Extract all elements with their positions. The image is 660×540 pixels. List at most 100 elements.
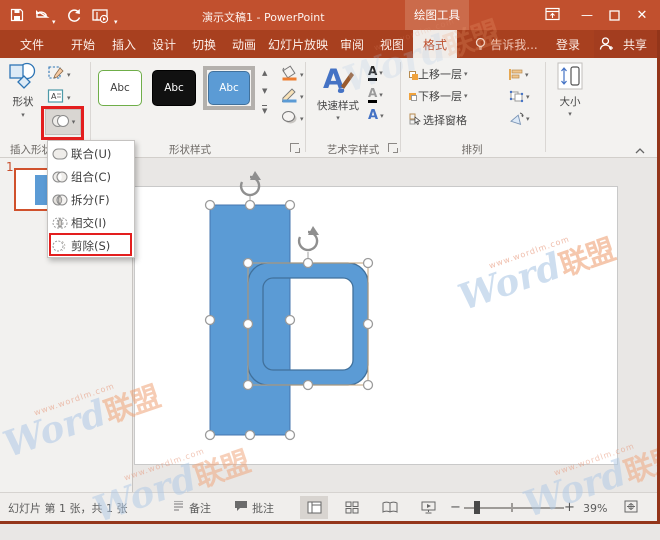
gallery-up-icon[interactable]: ▲ — [262, 69, 267, 77]
text-outline-icon: A — [368, 87, 377, 103]
group-objects-button[interactable]: ▾ — [509, 88, 530, 107]
comments-label: 批注 — [252, 500, 274, 516]
shape-effects-button[interactable]: ▾ — [281, 109, 304, 129]
shape-fill-dropdown-icon: ▾ — [300, 72, 304, 79]
gallery-down-icon[interactable]: ▼ — [262, 87, 267, 95]
size-button[interactable]: 大小 ▾ — [550, 62, 590, 136]
contextual-tab-label: 绘图工具 — [414, 7, 460, 23]
minimize-icon[interactable]: — — [578, 4, 596, 26]
send-backward-button[interactable]: 下移一层 ▾ — [409, 88, 468, 104]
tab-review[interactable]: 审阅 — [332, 30, 372, 58]
comments-icon — [234, 500, 248, 515]
text-outline-dropdown-icon: ▾ — [379, 92, 383, 99]
zoom-in-button[interactable]: + — [564, 500, 575, 515]
align-button[interactable]: ▾ — [509, 66, 529, 85]
menu-item-combine[interactable]: 组合(C) — [49, 166, 133, 188]
reading-view-button[interactable] — [376, 496, 404, 519]
zoom-out-button[interactable]: − — [450, 500, 461, 515]
rotate-handle-rectangle[interactable] — [241, 171, 261, 195]
tab-slideshow[interactable]: 幻灯片放映 — [264, 30, 332, 58]
slide-sorter-view-button[interactable] — [338, 496, 366, 519]
text-fill-button[interactable]: A ▾ — [368, 65, 383, 81]
group-objects-icon — [509, 88, 524, 107]
save-icon[interactable] — [10, 4, 24, 26]
title-bar: ▾ ▾ 演示文稿1 - PowerPoint 绘图工具 — ✕ — [0, 0, 660, 30]
menu-item-intersect[interactable]: 相交(I) — [49, 212, 133, 234]
fit-slide-to-window-icon[interactable] — [623, 499, 639, 517]
tell-me-label[interactable]: 告诉我... — [488, 30, 540, 58]
redo-icon[interactable] — [66, 4, 82, 26]
tab-view[interactable]: 视图 — [372, 30, 412, 58]
slideshow-view-button[interactable] — [414, 496, 442, 519]
undo-button[interactable] — [34, 4, 50, 26]
combine-icon — [49, 171, 71, 183]
bring-forward-icon — [409, 71, 416, 78]
bring-forward-button[interactable]: 上移一层 ▾ — [409, 66, 468, 82]
start-slideshow-icon[interactable] — [92, 5, 110, 27]
rotate-button[interactable]: ▾ — [509, 110, 530, 129]
share-button[interactable]: 共享 — [594, 30, 660, 58]
shape-fill-button[interactable]: ▾ — [281, 65, 304, 85]
group-objects-dropdown-icon: ▾ — [526, 94, 530, 101]
normal-view-button[interactable] — [300, 496, 328, 519]
menu-item-label: 组合(C) — [71, 169, 111, 185]
ribbon-display-options-icon[interactable] — [545, 7, 560, 21]
svg-text:A: A — [51, 92, 57, 101]
tab-file[interactable]: 文件 — [8, 30, 56, 58]
tell-me-bulb-icon[interactable] — [474, 37, 487, 56]
maximize-icon[interactable] — [605, 4, 623, 26]
notes-button[interactable]: 备注 — [172, 493, 211, 522]
shape-style-tile-1[interactable]: Abc — [98, 70, 142, 106]
selection-pane-button[interactable]: 选择窗格 — [409, 110, 467, 129]
menu-item-union[interactable]: 联合(U) — [49, 143, 133, 165]
tab-format-active[interactable]: 格式 — [413, 30, 457, 58]
menu-item-fragment[interactable]: 拆分(F) — [49, 189, 133, 211]
rotate-handle-frame[interactable] — [299, 226, 319, 250]
merge-shapes-button[interactable]: ▾ — [45, 109, 81, 135]
comments-button[interactable]: 批注 — [234, 493, 274, 522]
text-outline-button[interactable]: A ▾ — [368, 87, 383, 103]
merge-shapes-menu: 联合(U) 组合(C) 拆分(F) 相交(I) 剪除(S) — [47, 140, 135, 258]
group-separator — [305, 62, 306, 152]
powerpoint-window: { "titlebar": { "title": "演示文稿1 - PowerP… — [0, 0, 660, 524]
edit-shape-button[interactable]: ▾ — [47, 65, 71, 85]
zoom-level[interactable]: 39% — [583, 502, 607, 515]
text-effects-button[interactable]: A ▾ — [368, 109, 384, 123]
insert-shapes-group-label: 插入形状 — [10, 142, 52, 157]
tab-animations[interactable]: 动画 — [224, 30, 264, 58]
size-button-label: 大小 — [550, 94, 590, 109]
text-box-button[interactable]: A ▾ — [47, 88, 71, 108]
shapes-button[interactable]: 形状 ▾ — [4, 62, 42, 136]
merge-shapes-dropdown-icon: ▾ — [72, 119, 76, 126]
shape-effects-icon — [281, 109, 298, 129]
shape-style-tile-3-selected[interactable]: Abc — [203, 66, 255, 110]
quick-styles-button[interactable]: A 快速样式 ▾ — [313, 62, 363, 136]
shape-style-tile-2[interactable]: Abc — [152, 70, 196, 106]
wordart-dialog-launcher-icon[interactable] — [388, 143, 397, 152]
close-icon[interactable]: ✕ — [632, 4, 652, 26]
sign-in-button[interactable]: 登录 — [548, 30, 588, 58]
shapes-button-label: 形状 — [4, 94, 42, 109]
menu-item-label: 相交(I) — [71, 215, 106, 231]
menu-item-label: 拆分(F) — [71, 192, 110, 208]
gallery-more-icon[interactable]: ▼ — [262, 105, 267, 115]
size-icon — [557, 75, 583, 94]
collapse-ribbon-icon[interactable] — [634, 140, 646, 159]
notes-label: 备注 — [189, 500, 211, 516]
style-tile-label: Abc — [110, 82, 130, 94]
shape-outline-button[interactable]: ▾ — [281, 87, 304, 107]
tab-home[interactable]: 开始 — [62, 30, 104, 58]
tab-insert[interactable]: 插入 — [104, 30, 144, 58]
zoom-slider-thumb[interactable] — [474, 501, 480, 514]
menu-item-subtract[interactable]: 剪除(S) — [49, 235, 133, 257]
tab-design[interactable]: 设计 — [144, 30, 184, 58]
menu-item-label: 剪除(S) — [71, 238, 110, 254]
arrange-group-label: 排列 — [442, 142, 502, 157]
text-fill-dropdown-icon: ▾ — [379, 70, 383, 77]
quick-styles-dropdown-icon: ▾ — [313, 115, 363, 122]
share-label: 共享 — [616, 30, 654, 58]
edit-shape-icon — [47, 65, 65, 85]
send-backward-label: 下移一层 — [418, 88, 462, 104]
tab-transitions[interactable]: 切换 — [184, 30, 224, 58]
shape-styles-dialog-launcher-icon[interactable] — [290, 143, 299, 152]
